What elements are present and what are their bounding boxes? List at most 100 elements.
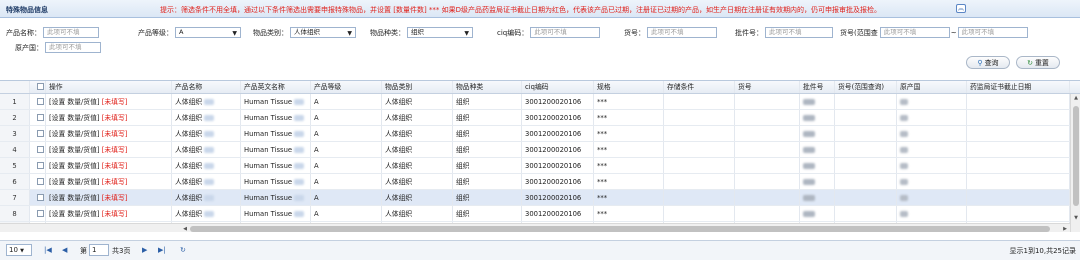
product-name-input[interactable]: 此项可不填: [43, 27, 99, 38]
redacted-value: [294, 179, 305, 185]
set-quantity-link[interactable]: [设置 数量/货值]: [49, 130, 100, 138]
scroll-thumb[interactable]: [1073, 106, 1079, 206]
table-cell: 2: [0, 110, 30, 125]
table-cell: 人体组织: [382, 158, 453, 173]
goods-range-end-input[interactable]: 此项可不填: [957, 27, 1028, 38]
set-quantity-link[interactable]: [设置 数量/货值]: [49, 162, 100, 170]
header-col[interactable]: 存储条件: [664, 81, 735, 93]
header-col[interactable]: 产品英文名称: [241, 81, 311, 93]
header-col[interactable]: 货号(范围查询): [835, 81, 897, 93]
header-col[interactable]: 产品名称: [172, 81, 241, 93]
table-cell: A: [311, 174, 382, 189]
origin-input[interactable]: 此项可不填: [45, 42, 101, 53]
table-cell[interactable]: [30, 206, 46, 221]
cell-text: Human Tissue: [244, 194, 293, 202]
refresh-icon: ↻: [1027, 58, 1033, 67]
set-quantity-link[interactable]: [设置 数量/货值]: [49, 146, 100, 154]
select-all-checkbox[interactable]: [37, 83, 44, 90]
cell-text: Human Tissue: [244, 98, 293, 106]
double-chevron-up-icon[interactable]: ︽: [956, 4, 966, 13]
table-cell: [967, 174, 1070, 189]
row-checkbox[interactable]: [37, 178, 44, 185]
table-row[interactable]: 4 [设置 数量/货值] [未填写] 人体组织 Human Tissue A 人体组织 组织…: [0, 142, 1080, 158]
scroll-thumb[interactable]: [190, 226, 1050, 232]
page-size-select[interactable]: 10 ▼: [6, 244, 32, 256]
ciq-input[interactable]: 此项可不填: [530, 27, 601, 38]
row-checkbox[interactable]: [37, 162, 44, 169]
row-checkbox[interactable]: [37, 130, 44, 137]
redacted-value: [204, 147, 215, 153]
row-checkbox[interactable]: [37, 114, 44, 121]
scroll-right-icon[interactable]: ▶: [1060, 224, 1070, 232]
vertical-scrollbar[interactable]: ▲ ▼: [1070, 94, 1080, 232]
row-checkbox[interactable]: [37, 146, 44, 153]
table-cell[interactable]: [30, 158, 46, 173]
item-type-value: 组织: [411, 28, 424, 36]
product-level-select[interactable]: A ▼: [175, 27, 241, 38]
table-row[interactable]: 6 [设置 数量/货值] [未填写] 人体组织 Human Tissue A 人体组织 组织…: [0, 174, 1080, 190]
reset-button[interactable]: ↻ 重置: [1016, 56, 1060, 69]
header-col[interactable]: 物品类别: [382, 81, 453, 93]
cell-text: 组织: [456, 162, 470, 170]
first-page-icon[interactable]: |◀: [44, 246, 52, 254]
table-cell[interactable]: [30, 110, 46, 125]
goods-no-input[interactable]: 此项可不填: [647, 27, 717, 38]
prev-page-icon[interactable]: ◀: [62, 246, 67, 254]
next-page-icon[interactable]: ▶: [142, 246, 147, 254]
header-col[interactable]: ciq编码: [522, 81, 594, 93]
scroll-up-icon[interactable]: ▲: [1071, 94, 1080, 103]
cell-text: Human Tissue: [244, 210, 293, 218]
table-row[interactable]: 3 [设置 数量/货值] [未填写] 人体组织 Human Tissue A 人体组织 组织…: [0, 126, 1080, 142]
table-cell[interactable]: [30, 94, 46, 109]
table-row[interactable]: 2 [设置 数量/货值] [未填写] 人体组织 Human Tissue A 人体组织 组织…: [0, 110, 1080, 126]
set-quantity-link[interactable]: [设置 数量/货值]: [49, 178, 100, 186]
header-col[interactable]: 规格: [594, 81, 664, 93]
status-badge: [未填写]: [99, 162, 128, 170]
header-col[interactable]: 批件号: [800, 81, 835, 93]
batch-no-input[interactable]: 此项可不填: [765, 27, 833, 38]
row-checkbox[interactable]: [37, 194, 44, 201]
table-cell: [设置 数量/货值] [未填写]: [46, 206, 172, 221]
table-cell: Human Tissue: [241, 94, 311, 109]
goods-range-start-input[interactable]: 此项可不填: [879, 27, 950, 38]
row-checkbox[interactable]: [37, 98, 44, 105]
table-cell: 组织: [453, 94, 522, 109]
header-col[interactable]: 货号: [735, 81, 800, 93]
refresh-icon[interactable]: ↻: [180, 246, 186, 254]
table-cell[interactable]: [30, 142, 46, 157]
row-checkbox[interactable]: [37, 210, 44, 217]
header-col[interactable]: 药监局证书截止日期: [967, 81, 1070, 93]
header-col[interactable]: 物品种类: [453, 81, 522, 93]
cell-text: A: [314, 194, 319, 202]
table-row[interactable]: 5 [设置 数量/货值] [未填写] 人体组织 Human Tissue A 人体组织 组织…: [0, 158, 1080, 174]
header-col[interactable]: 产品等级: [311, 81, 382, 93]
table-cell: [664, 158, 735, 173]
table-cell[interactable]: [30, 126, 46, 141]
table-cell: [835, 110, 897, 125]
table-row[interactable]: 1 [设置 数量/货值] [未填写] 人体组织 Human Tissue A 人体组织 组织…: [0, 94, 1080, 110]
table-cell: ***: [594, 110, 664, 125]
set-quantity-link[interactable]: [设置 数量/货值]: [49, 114, 100, 122]
table-cell[interactable]: [30, 190, 46, 205]
header-col[interactable]: 操作: [46, 81, 172, 93]
page-number-input[interactable]: 1: [89, 244, 109, 256]
table-row[interactable]: 7 [设置 数量/货值] [未填写] 人体组织 Human Tissue A 人体组织 组织…: [0, 190, 1080, 206]
table-row[interactable]: 8 [设置 数量/货值] [未填写] 人体组织 Human Tissue A 人体组织 组织…: [0, 206, 1080, 222]
item-type-select[interactable]: 组织 ▼: [407, 27, 473, 38]
table-cell: 7: [0, 190, 30, 205]
set-quantity-link[interactable]: [设置 数量/货值]: [49, 210, 100, 218]
redacted-value: [803, 99, 815, 105]
header-col[interactable]: 原产国: [897, 81, 967, 93]
item-category-select[interactable]: 人体组织 ▼: [290, 27, 356, 38]
last-page-icon[interactable]: ▶|: [158, 246, 166, 254]
table-cell[interactable]: [30, 174, 46, 189]
query-button[interactable]: ⚲ 查询: [966, 56, 1010, 69]
scroll-left-icon[interactable]: ◀: [180, 224, 190, 232]
set-quantity-link[interactable]: [设置 数量/货值]: [49, 98, 100, 106]
cell-text: 人体组织: [385, 194, 413, 202]
cell-text: A: [314, 146, 319, 154]
header-select-all[interactable]: [30, 81, 46, 93]
horizontal-scrollbar[interactable]: ◀ ▶: [0, 223, 1070, 232]
set-quantity-link[interactable]: [设置 数量/货值]: [49, 194, 100, 202]
scroll-down-icon[interactable]: ▼: [1071, 214, 1080, 223]
